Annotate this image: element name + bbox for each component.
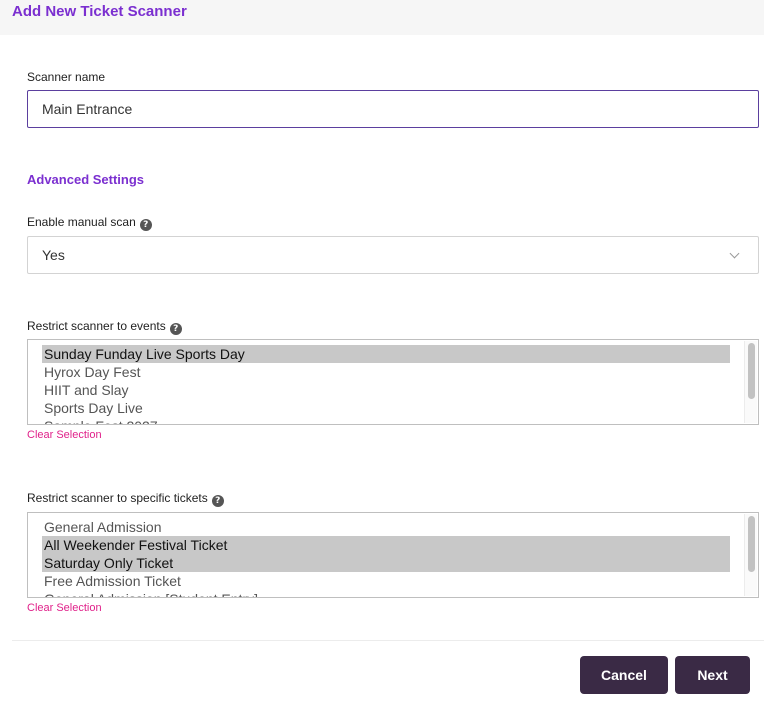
events-option[interactable]: Sample Fest 2027 — [42, 417, 730, 424]
events-clear-selection-link[interactable]: Clear Selection — [27, 429, 102, 441]
manual-scan-select[interactable]: Yes — [27, 236, 759, 274]
help-icon[interactable]: ? — [139, 219, 152, 231]
tickets-scrollbar[interactable] — [744, 514, 757, 596]
footer-divider — [12, 640, 764, 641]
scanner-name-label: Scanner name — [27, 70, 106, 84]
help-icon[interactable]: ? — [211, 495, 224, 507]
manual-scan-label-text: Enable manual scan — [27, 215, 136, 229]
tickets-label: Restrict scanner to specific tickets? — [27, 491, 224, 507]
tickets-option[interactable]: All Weekender Festival Ticket — [42, 536, 730, 554]
next-button[interactable]: Next — [675, 656, 750, 694]
events-option[interactable]: Sports Day Live — [42, 399, 730, 417]
modal-header: Add New Ticket Scanner — [0, 0, 764, 35]
manual-scan-label: Enable manual scan? — [27, 215, 152, 231]
events-options: Sunday Funday Live Sports Day Hyrox Day … — [42, 345, 730, 424]
tickets-clear-selection-link[interactable]: Clear Selection — [27, 602, 102, 614]
cancel-button[interactable]: Cancel — [580, 656, 668, 694]
scroll-thumb[interactable] — [748, 343, 755, 399]
tickets-options: General Admission All Weekender Festival… — [42, 518, 730, 597]
events-label: Restrict scanner to events? — [27, 319, 182, 335]
tickets-option[interactable]: Saturday Only Ticket — [42, 554, 730, 572]
scanner-name-input[interactable] — [27, 90, 759, 128]
events-option[interactable]: Sunday Funday Live Sports Day — [42, 345, 730, 363]
tickets-option[interactable]: General Admission [Student Entry] — [42, 590, 730, 597]
tickets-option[interactable]: Free Admission Ticket — [42, 572, 730, 590]
advanced-settings-title: Advanced Settings — [27, 172, 145, 187]
events-option[interactable]: HIIT and Slay — [42, 381, 730, 399]
tickets-option[interactable]: General Admission — [42, 518, 730, 536]
scroll-thumb[interactable] — [748, 516, 755, 572]
events-option[interactable]: Hyrox Day Fest — [42, 363, 730, 381]
help-icon[interactable]: ? — [169, 323, 182, 335]
chevron-down-icon — [729, 248, 740, 259]
events-scrollbar[interactable] — [744, 341, 757, 423]
tickets-listbox[interactable]: General Admission All Weekender Festival… — [27, 512, 759, 598]
events-label-text: Restrict scanner to events — [27, 319, 166, 333]
modal-title: Add New Ticket Scanner — [12, 3, 187, 20]
tickets-label-text: Restrict scanner to specific tickets — [27, 491, 208, 505]
events-listbox[interactable]: Sunday Funday Live Sports Day Hyrox Day … — [27, 339, 759, 425]
manual-scan-value: Yes — [42, 247, 65, 263]
